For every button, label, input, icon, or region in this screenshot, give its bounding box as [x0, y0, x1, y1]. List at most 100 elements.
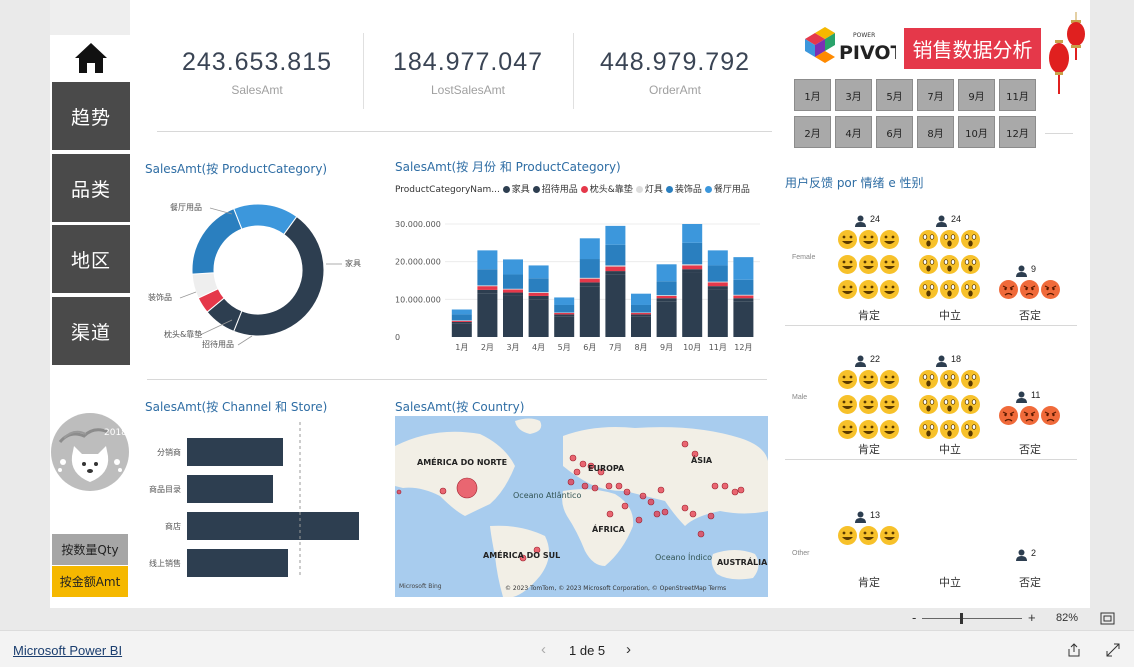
legend-item[interactable]: 灯具: [635, 185, 663, 195]
map-bubble[interactable]: [635, 516, 643, 524]
stacked-bar-segment[interactable]: [451, 314, 472, 321]
map-bubble[interactable]: [681, 504, 689, 512]
stacked-bar-segment[interactable]: [503, 288, 523, 290]
toggle-amt-button[interactable]: 按金额Amt: [52, 566, 128, 597]
share-icon[interactable]: [1067, 643, 1081, 657]
stacked-bar-segment[interactable]: [579, 238, 600, 260]
stacked-bar-segment[interactable]: [605, 271, 626, 275]
toggle-qty-button[interactable]: 按数量Qty: [52, 534, 128, 565]
stacked-bar-segment[interactable]: [451, 323, 472, 337]
map-bubble[interactable]: [591, 484, 599, 492]
stacked-bar-segment[interactable]: [528, 278, 549, 293]
map-bubble[interactable]: [615, 482, 623, 490]
stacked-bar-segment[interactable]: [656, 295, 677, 296]
donut-slice[interactable]: [191, 207, 243, 275]
stacked-bar-segment[interactable]: [528, 295, 549, 300]
stacked-bar-segment[interactable]: [733, 279, 754, 295]
stacked-bar-segment[interactable]: [631, 316, 651, 337]
map-bubble[interactable]: [657, 486, 665, 494]
stacked-bar-segment[interactable]: [733, 301, 754, 337]
channel-bar[interactable]: [187, 438, 283, 466]
zoom-slider-thumb[interactable]: [960, 613, 963, 624]
nav-trend-button[interactable]: 趋势: [52, 82, 130, 150]
stacked-bar-segment[interactable]: [656, 281, 677, 296]
map-bubble[interactable]: [653, 510, 661, 518]
stacked-bar-segment[interactable]: [631, 304, 651, 313]
map-bubble[interactable]: [605, 482, 613, 490]
stacked-bar-segment[interactable]: [554, 312, 575, 315]
map-bubble[interactable]: [661, 508, 669, 516]
country-map[interactable]: AMÉRICA DO NORTE EUROPA ÁSIA Oceano Atlâ…: [395, 416, 768, 597]
stacked-bar-segment[interactable]: [605, 244, 626, 266]
map-bubble[interactable]: [737, 486, 745, 494]
stacked-bar-segment[interactable]: [682, 272, 703, 337]
map-bubble[interactable]: [721, 482, 729, 490]
map-bubble[interactable]: [606, 510, 614, 518]
map-bubble[interactable]: [647, 498, 655, 506]
channel-bar[interactable]: [187, 475, 273, 503]
month-button[interactable]: 9月: [958, 79, 995, 111]
nav-channel-button[interactable]: 渠道: [52, 297, 130, 365]
stacked-bar-segment[interactable]: [451, 320, 472, 321]
stacked-bar-segment[interactable]: [579, 282, 600, 287]
stacked-bar-segment[interactable]: [733, 295, 754, 299]
legend-item[interactable]: 枕头&靠垫: [580, 185, 633, 195]
stacked-bar-segment[interactable]: [451, 309, 472, 315]
map-bubble[interactable]: [621, 502, 629, 510]
stacked-bar-segment[interactable]: [656, 298, 677, 302]
stacked-bar-segment[interactable]: [554, 312, 575, 314]
month-button[interactable]: 3月: [835, 79, 872, 111]
map-bubble[interactable]: [707, 512, 715, 520]
legend-item[interactable]: 餐厅用品: [704, 185, 750, 195]
stacked-bar-segment[interactable]: [503, 259, 523, 275]
map-bubble[interactable]: [681, 440, 689, 448]
stacked-bar-segment[interactable]: [682, 242, 703, 265]
stacked-bar-chart[interactable]: 30.000.000 20.000.000 10.000.000 0 1月 2月 3月 4月 5…: [395, 210, 765, 360]
stacked-bar-segment[interactable]: [656, 264, 677, 282]
stacked-bar-segment[interactable]: [554, 314, 575, 317]
stacked-bar-segment[interactable]: [477, 250, 498, 270]
stacked-bar-segment[interactable]: [631, 312, 651, 314]
stacked-bar-segment[interactable]: [503, 289, 523, 293]
legend-item[interactable]: 招待用品: [532, 185, 578, 195]
stacked-bar-segment[interactable]: [503, 292, 523, 296]
prev-page-icon[interactable]: ‹: [541, 641, 546, 658]
stacked-bar-segment[interactable]: [579, 259, 600, 278]
month-button[interactable]: 1月: [794, 79, 831, 111]
month-button[interactable]: 8月: [917, 116, 954, 148]
map-bubble[interactable]: [579, 460, 587, 468]
stacked-bar-segment[interactable]: [656, 301, 677, 337]
stacked-bar-segment[interactable]: [682, 264, 703, 266]
zoom-slider[interactable]: [922, 613, 1022, 624]
stacked-bar-segment[interactable]: [451, 321, 472, 324]
channel-bar[interactable]: [187, 512, 359, 540]
donut-chart[interactable]: 家具 餐厅用品装饰品枕头&靠垫招待用品: [140, 180, 370, 355]
stacked-bar-segment[interactable]: [631, 293, 651, 305]
stacked-bar-segment[interactable]: [682, 265, 703, 270]
stacked-bar-segment[interactable]: [477, 286, 498, 290]
map-bubble[interactable]: [639, 492, 647, 500]
map-bubble[interactable]: [439, 487, 447, 495]
legend-item[interactable]: 家具: [502, 185, 530, 195]
stacked-bar-segment[interactable]: [579, 277, 600, 279]
stacked-bar-segment[interactable]: [605, 265, 626, 267]
nav-category-button[interactable]: 品类: [52, 154, 130, 222]
stacked-bar-segment[interactable]: [477, 293, 498, 337]
month-button[interactable]: 12月: [999, 116, 1036, 148]
month-button[interactable]: 10月: [958, 116, 995, 148]
powerbi-link[interactable]: Microsoft Power BI: [13, 643, 122, 658]
stacked-bar-segment[interactable]: [707, 282, 728, 287]
stacked-bar-segment[interactable]: [707, 281, 728, 283]
home-button[interactable]: [52, 36, 130, 80]
stacked-bar-segment[interactable]: [528, 299, 549, 337]
map-bubble[interactable]: [731, 488, 739, 496]
stacked-bar-segment[interactable]: [554, 304, 575, 313]
map-bubble[interactable]: [581, 482, 589, 490]
stacked-bar-segment[interactable]: [554, 297, 575, 305]
map-bubble[interactable]: [567, 478, 575, 486]
stacked-bar-segment[interactable]: [477, 269, 498, 286]
map-bubble[interactable]: [689, 510, 697, 518]
stacked-bar-segment[interactable]: [528, 292, 549, 296]
map-bubble[interactable]: [456, 477, 478, 499]
fit-page-icon[interactable]: [1100, 612, 1115, 625]
